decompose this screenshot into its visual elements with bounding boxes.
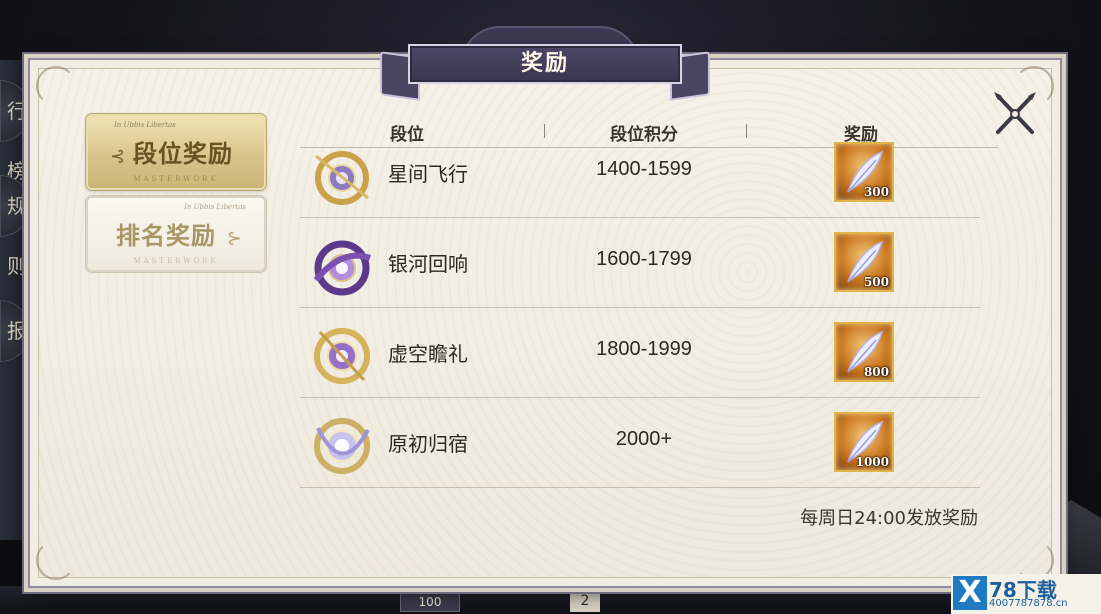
rank-emblem-icon (313, 240, 372, 296)
reward-item-feather[interactable]: 800 (834, 322, 894, 382)
rank-name: 星间飞行 (388, 162, 468, 186)
reward-item-feather[interactable]: 1000 (834, 412, 894, 472)
rank-score: 2000+ (615, 428, 673, 450)
table-row: 原初归宿 2000+ 1000 (300, 398, 980, 488)
rank-emblem-icon (315, 151, 369, 205)
reward-schedule-note: 每周日24:00发放奖励 (800, 508, 978, 529)
rank-score: 1600-1799 (596, 248, 692, 270)
reward-item-feather[interactable]: 500 (834, 232, 894, 292)
background-bottom-bar (0, 586, 1101, 614)
corner-ornament (36, 66, 76, 106)
tab-label: 排名奖励 (116, 221, 216, 250)
dialog-title: 奖励 (520, 51, 569, 76)
reward-quantity: 500 (863, 275, 889, 289)
background-bottom-badge: 100 (400, 592, 460, 612)
tab-decor-text: In Ubbis Libertas (184, 203, 246, 211)
tab-rank-rewards[interactable]: In Ubbis Libertas ⊰ 段位奖励 MASTERWORK (86, 114, 266, 190)
rank-emblem-icon (314, 418, 370, 474)
rank-name: 虚空瞻礼 (388, 342, 468, 366)
table-row: 虚空瞻礼 1800-1999 800 (300, 308, 980, 398)
site-watermark: X 78下载 4007787878.cn (951, 574, 1101, 614)
reward-quantity: 1000 (855, 455, 889, 469)
tab-decor-subtext: MASTERWORK (133, 257, 219, 265)
corner-ornament (36, 540, 76, 580)
watermark-logo: X (953, 576, 987, 610)
title-banner: 奖励 (380, 40, 710, 101)
reward-quantity: 800 (863, 365, 889, 379)
rank-name: 银河回响 (388, 252, 468, 276)
tab-label: 段位奖励 (133, 139, 233, 168)
reward-item-feather[interactable]: 300 (834, 142, 894, 202)
table-row: 银河回响 1600-1799 500 (300, 218, 980, 308)
tab-decor-text: In Ubbis Libertas (114, 121, 176, 129)
rank-score: 1800-1999 (596, 338, 692, 360)
rank-score: 1400-1599 (596, 158, 692, 180)
table-row: 星间飞行 1400-1599 300 (300, 128, 980, 218)
rank-name: 原初归宿 (388, 432, 468, 456)
background-bottom-number: 2 (570, 590, 600, 612)
tab-decor-subtext: MASTERWORK (133, 175, 219, 183)
rank-emblem-icon (314, 328, 370, 384)
tab-ranking-rewards[interactable]: In Ubbis Libertas ⊱ 排名奖励 MASTERWORK (86, 196, 266, 272)
reward-quantity: 300 (863, 185, 889, 199)
watermark-url: 4007787878.cn (989, 598, 1068, 609)
